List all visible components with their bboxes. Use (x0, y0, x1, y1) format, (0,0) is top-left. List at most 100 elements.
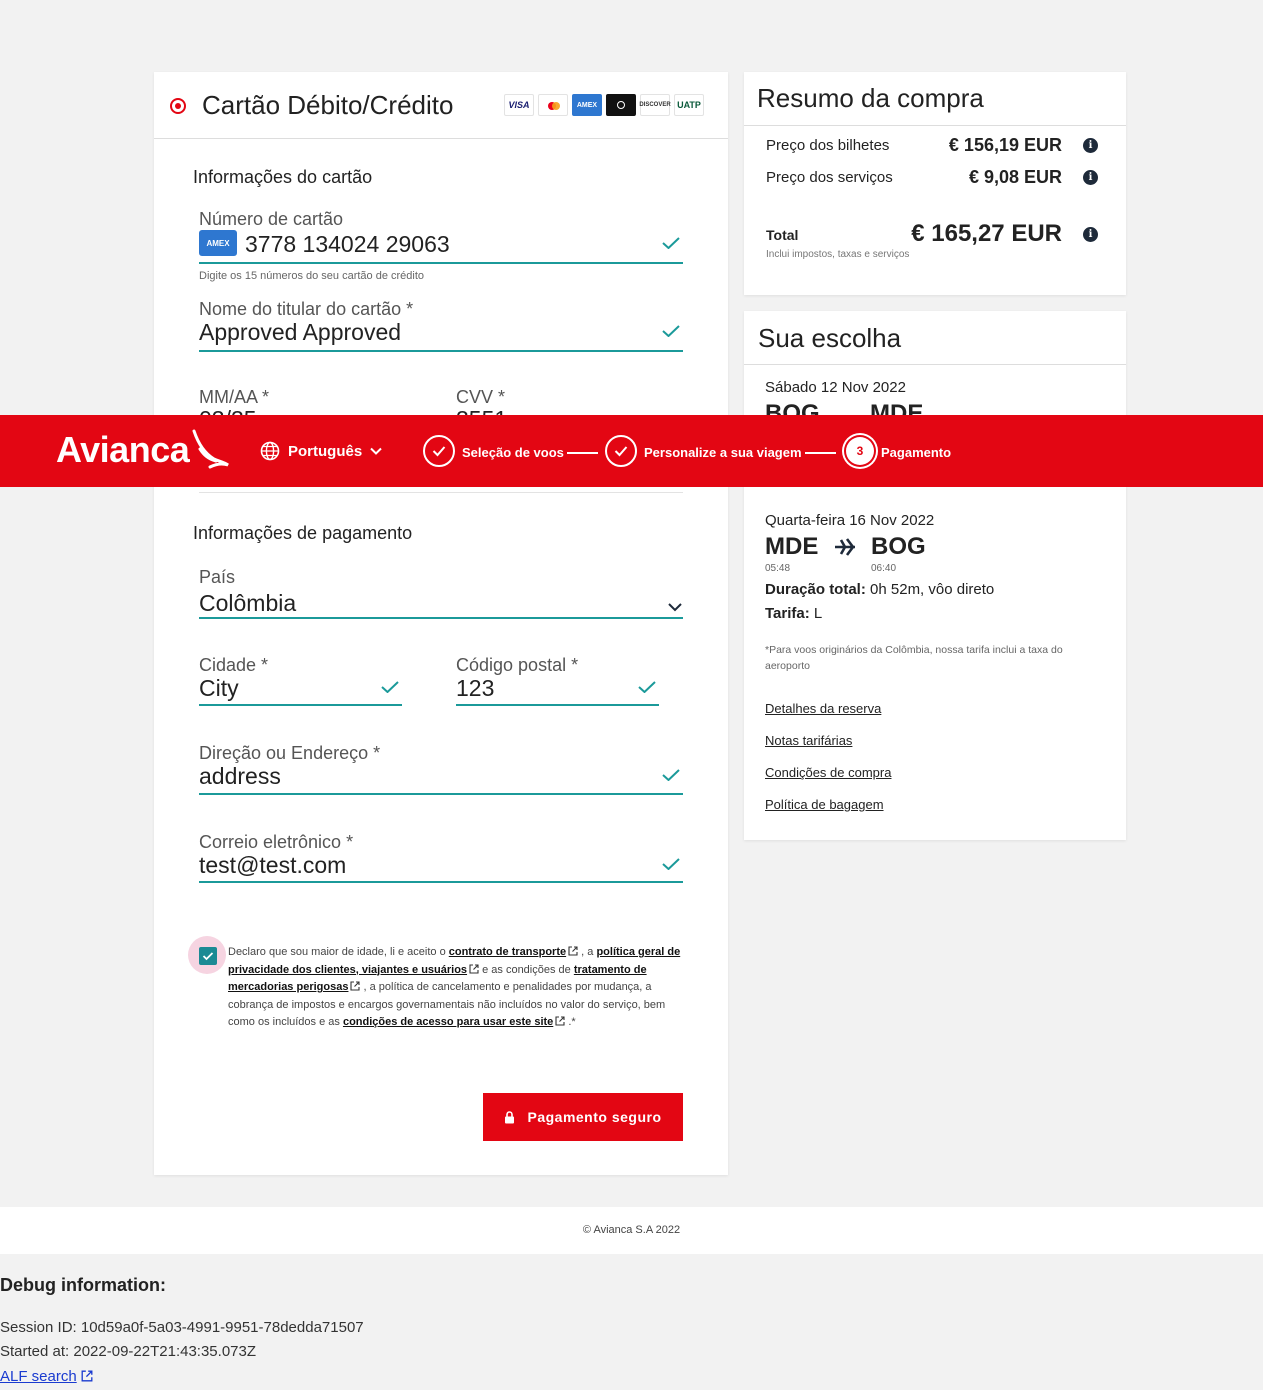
debug-title: Debug information: (0, 1275, 166, 1295)
baggage-policy-link[interactable]: Política de bagagem (765, 797, 884, 812)
step-2-label: Personalize a sua viagem (644, 445, 802, 460)
debug-session-id: Session ID: 10d59a0f-5a03-4991-9951-78de… (0, 1319, 364, 1336)
info-icon[interactable]: i (1083, 227, 1098, 242)
check-icon (662, 237, 680, 249)
country-underline (199, 617, 683, 619)
check-icon (662, 769, 680, 781)
visa-logo: VISA (504, 94, 534, 116)
card-holder-underline (199, 350, 683, 352)
consent-checkbox[interactable] (199, 947, 217, 965)
step-1-check-icon (423, 435, 455, 467)
fare-notes-link[interactable]: Notas tarifárias (765, 733, 852, 748)
payment-method-header[interactable]: Cartão Débito/Crédito VISA AMEX DISCOVER… (154, 72, 728, 139)
external-link-icon (350, 981, 361, 991)
check-icon (614, 446, 628, 457)
total-note: Inclui impostos, taxas e serviços (766, 249, 910, 260)
step-3-label: Pagamento (881, 445, 952, 460)
services-price-label: Preço dos serviços (766, 169, 893, 186)
email-input[interactable]: test@test.com (199, 852, 346, 879)
external-link-icon (469, 963, 479, 974)
return-arrival-time: 06:40 (871, 563, 897, 574)
info-icon[interactable]: i (1083, 138, 1098, 153)
cvv-label: CVV * (456, 387, 506, 407)
total-duration: Duração total: 0h 52m, vôo direto (765, 581, 995, 598)
language-selector[interactable]: Português (260, 441, 382, 461)
chevron-down-icon (370, 447, 382, 455)
footer-copyright: © Avianca S.A 2022 (0, 1207, 1263, 1254)
external-link-icon (555, 1016, 565, 1026)
card-holder-label: Nome do titular do cartão * (199, 299, 414, 319)
payment-method-radio[interactable] (170, 98, 186, 114)
secure-payment-button[interactable]: Pagamento seguro (483, 1093, 683, 1141)
outbound-date: Sábado 12 Nov 2022 (765, 379, 906, 396)
step-3-number: 3 (846, 437, 874, 465)
address-label: Direção ou Endereço * (199, 743, 381, 763)
check-icon (662, 325, 680, 337)
total-value: € 165,27 EUR (911, 220, 1062, 247)
transport-contract-link[interactable]: contrato de transporte (449, 946, 566, 958)
check-icon (432, 446, 446, 457)
amex-logo: AMEX (572, 94, 602, 116)
check-icon (381, 681, 399, 693)
address-input[interactable]: address (199, 763, 281, 790)
external-link-icon (568, 946, 578, 956)
plane-icon (835, 538, 855, 556)
card-holder-input[interactable]: Approved Approved (199, 319, 401, 346)
services-price-value: € 9,08 EUR (968, 167, 1062, 187)
purchase-conditions-link[interactable]: Condições de compra (765, 765, 891, 780)
country-label: País (199, 567, 236, 587)
check-icon (662, 858, 680, 870)
postal-code-input[interactable]: 123 (456, 675, 494, 702)
fare-class: Tarifa: L (765, 605, 823, 622)
return-destination: BOG (871, 533, 926, 560)
chevron-down-icon[interactable] (668, 602, 682, 612)
city-underline (199, 704, 402, 706)
top-navigation-bar: Avianca Português Seleção de voos Person… (0, 415, 1263, 487)
debug-started-at: Started at: 2022-09-22T21:43:35.073Z (0, 1343, 257, 1360)
email-label: Correio eletrônico * (199, 832, 354, 852)
postal-code-underline (456, 704, 659, 706)
city-input[interactable]: City (199, 675, 239, 702)
city-label: Cidade * (199, 655, 269, 675)
card-number-label: Número de cartão (199, 209, 344, 229)
address-underline (199, 793, 683, 795)
card-number-input[interactable]: 3778 134024 29063 (245, 231, 450, 258)
return-origin: MDE (765, 533, 819, 560)
check-icon (638, 681, 656, 693)
divider (744, 364, 1126, 365)
lock-icon (505, 1110, 515, 1123)
step-connector (805, 452, 836, 454)
total-label: Total (766, 227, 799, 243)
booking-details-link[interactable]: Detalhes da reserva (765, 701, 881, 716)
divider (199, 492, 683, 493)
card-number-underline (199, 262, 683, 264)
amex-badge-icon: AMEX (199, 230, 237, 256)
alf-search-link[interactable]: ALF search (0, 1368, 93, 1385)
card-number-hint: Digite os 15 números do seu cartão de cr… (199, 270, 425, 282)
postal-code-label: Código postal * (456, 655, 579, 675)
airport-tax-note: *Para voos originários da Colômbia, noss… (765, 644, 1063, 672)
payment-method-title: Cartão Débito/Crédito (202, 90, 454, 120)
card-brands: VISA AMEX DISCOVER UATP (504, 94, 704, 116)
email-underline (199, 881, 683, 883)
step-connector (567, 452, 598, 454)
step-1-label: Seleção de voos (462, 445, 564, 460)
avianca-logo[interactable]: Avianca (56, 429, 190, 471)
external-link-icon (81, 1370, 93, 1382)
condor-logo-icon (192, 429, 229, 469)
site-access-conditions-link[interactable]: condições de acesso para usar este site (343, 1016, 553, 1028)
tickets-price-value: € 156,19 EUR (948, 135, 1062, 155)
tickets-price-label: Preço dos bilhetes (766, 137, 890, 154)
checkmark-icon (202, 952, 214, 961)
return-date: Quarta-feira 16 Nov 2022 (765, 512, 935, 529)
uatp-logo: UATP (674, 94, 704, 116)
divider (744, 125, 1126, 126)
country-select[interactable]: Colômbia (199, 590, 296, 617)
info-icon[interactable]: i (1083, 170, 1098, 185)
return-departure-time: 05:48 (765, 563, 791, 574)
card-info-title: Informações do cartão (193, 167, 373, 187)
step-2-check-icon (605, 435, 637, 467)
consent-text: Declaro que sou maior de idade, li e ace… (228, 946, 681, 1028)
globe-icon (260, 441, 280, 461)
expiry-label: MM/AA * (199, 387, 270, 407)
